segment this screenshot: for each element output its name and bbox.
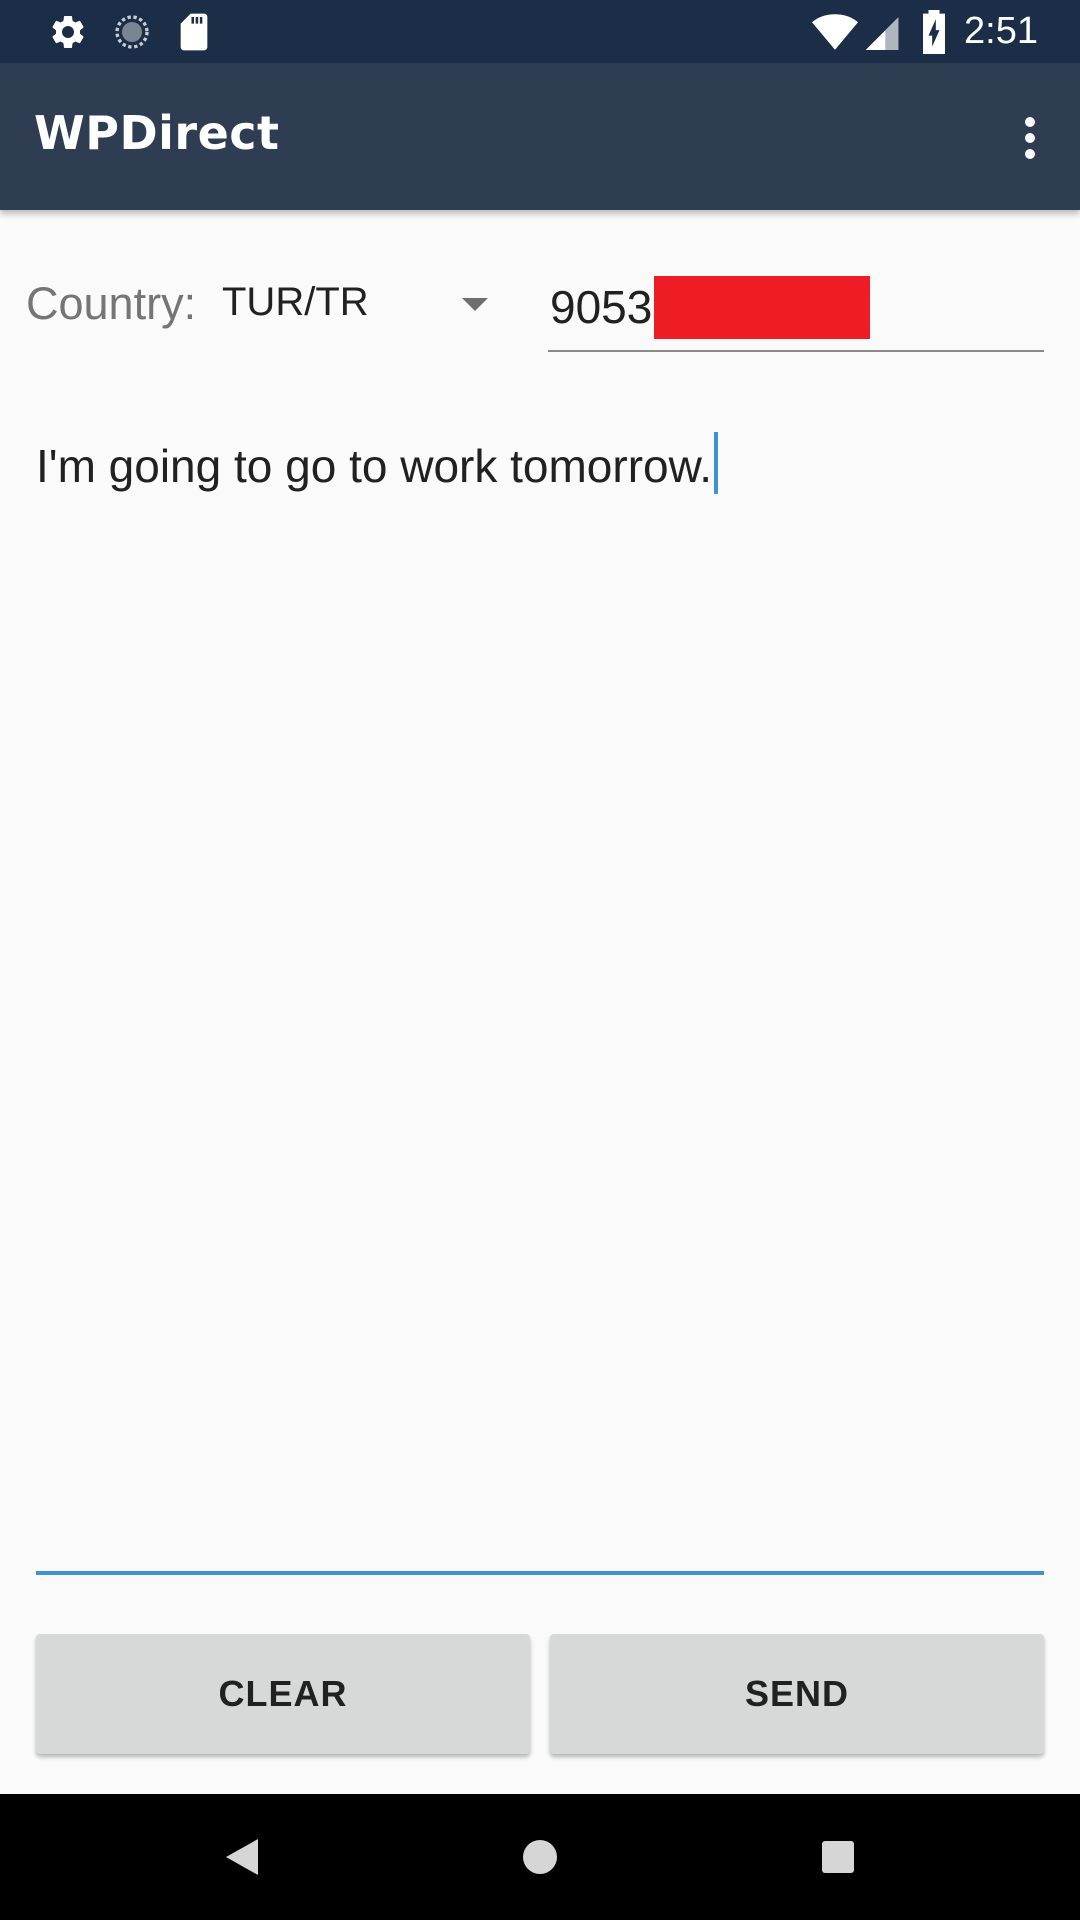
home-icon[interactable]: [500, 1822, 580, 1892]
country-value: TUR/TR: [222, 280, 369, 324]
phone-number-field[interactable]: 9053: [548, 270, 1044, 352]
message-value: I'm going to go to work tomorrow.: [36, 440, 713, 492]
more-vert-icon[interactable]: [1000, 103, 1060, 173]
sync-icon: [108, 0, 156, 63]
signal-icon: [862, 0, 902, 63]
wifi-icon: [810, 0, 860, 63]
country-label: Country:: [26, 278, 197, 329]
sd-card-icon: [172, 0, 216, 63]
battery-charging-icon: [914, 0, 954, 63]
send-button[interactable]: SEND: [550, 1634, 1044, 1754]
dropdown-arrow-icon: [462, 298, 488, 311]
status-bar: 2:51: [0, 0, 1080, 63]
message-field[interactable]: I'm going to go to work tomorrow.: [36, 420, 1044, 1575]
message-text: I'm going to go to work tomorrow.: [36, 432, 719, 494]
text-cursor: [714, 432, 719, 494]
recents-icon[interactable]: [798, 1822, 878, 1892]
phone-number-value: 9053: [550, 281, 653, 333]
app-title: WPDirect: [34, 106, 280, 160]
redaction-block: [654, 276, 870, 339]
app-bar: WPDirect: [0, 63, 1080, 210]
settings-icon: [44, 0, 92, 63]
clear-button[interactable]: CLEAR: [36, 1634, 530, 1754]
status-time: 2:51: [964, 10, 1038, 52]
country-spinner[interactable]: TUR/TR: [210, 268, 500, 338]
back-icon[interactable]: [202, 1822, 282, 1892]
navigation-bar: [0, 1794, 1080, 1920]
